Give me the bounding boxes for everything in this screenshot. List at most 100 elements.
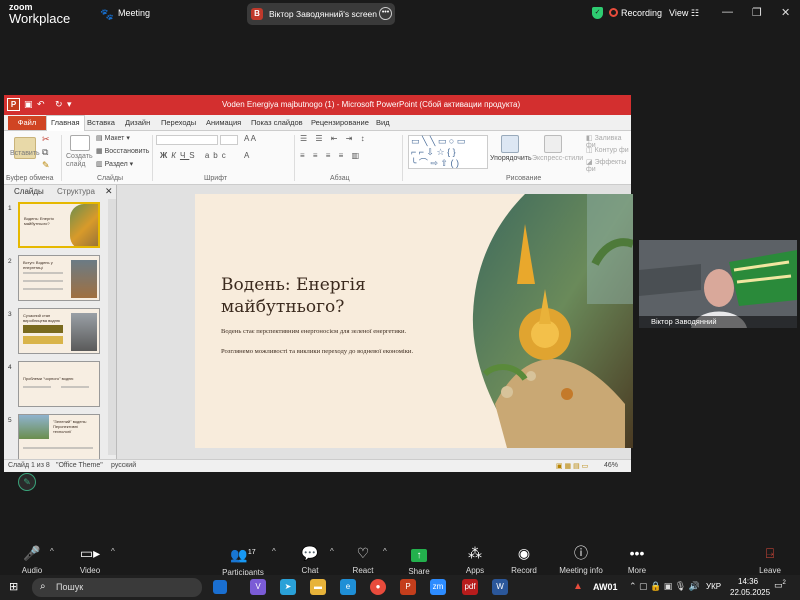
- arrange-label[interactable]: Упорядочить: [490, 155, 532, 162]
- shape-outline-button[interactable]: ◫ Контур фи: [586, 146, 629, 154]
- language-indicator[interactable]: УКР: [706, 582, 721, 591]
- react-chevron-icon[interactable]: ^: [383, 547, 387, 556]
- meeting-paw-icon[interactable]: 🐾: [100, 8, 114, 21]
- close-button[interactable]: ✕: [781, 6, 790, 19]
- minimize-button[interactable]: —: [722, 6, 733, 18]
- reset-button[interactable]: ▦ Восстановить: [96, 147, 149, 155]
- clock-date[interactable]: 22.05.2025: [730, 588, 770, 597]
- language-indicator[interactable]: русский: [111, 462, 136, 469]
- arrange-icon[interactable]: [501, 135, 519, 153]
- new-slide-icon[interactable]: [70, 135, 90, 151]
- zoom-taskbar-icon[interactable]: zm: [430, 579, 446, 595]
- share-more-icon[interactable]: •••: [379, 7, 392, 20]
- recording-label[interactable]: Recording: [621, 8, 662, 18]
- screen-share-pill[interactable]: B Віктор Заводянний's screen •••: [247, 3, 395, 25]
- chat-chevron-icon[interactable]: ^: [330, 547, 334, 556]
- more-button[interactable]: ••• More: [617, 545, 657, 575]
- powerpoint-taskbar-icon[interactable]: P: [400, 579, 416, 595]
- tab-slideshow[interactable]: Показ слайдов: [251, 118, 303, 127]
- format-painter-icon[interactable]: ✎: [42, 160, 50, 171]
- zoom-level[interactable]: 46%: [604, 462, 618, 469]
- font-size-field[interactable]: [220, 135, 238, 145]
- font-color-button[interactable]: A: [244, 151, 249, 160]
- tab-transitions[interactable]: Переходы: [161, 118, 196, 127]
- tray-app-label[interactable]: AW01: [593, 582, 618, 592]
- widgets-icon[interactable]: [213, 580, 227, 594]
- notification-icon[interactable]: ▭2: [774, 580, 786, 591]
- panel-scrollbar[interactable]: [108, 199, 116, 455]
- tab-slides[interactable]: Слайды: [14, 187, 44, 196]
- slide-thumbnail-5[interactable]: "Зелений" водень: Перспективні технологі…: [18, 414, 100, 460]
- paste-label[interactable]: Вставить: [10, 150, 40, 157]
- tab-insert[interactable]: Вставка: [87, 118, 115, 127]
- shapes-gallery[interactable]: ▭ ╲ ╲ ▭ ○ ▭ ⌐ ⌐ ⇩ ☆ { } ╰ ⌒ ⇨ ⇧ ( ): [408, 135, 488, 169]
- quick-access-dropdown-icon[interactable]: ▾: [67, 99, 72, 110]
- slide-title[interactable]: Водень: Енергія майбутнього?: [221, 274, 411, 318]
- new-slide-label[interactable]: Создать слайд: [66, 153, 98, 169]
- network-monitor-icon[interactable]: ▲: [573, 581, 583, 592]
- section-button[interactable]: ▥ Раздел ▾: [96, 160, 133, 168]
- copy-icon[interactable]: ⧉: [42, 147, 48, 158]
- tab-home[interactable]: Главная: [46, 115, 85, 132]
- powerpoint-icon[interactable]: P: [7, 98, 20, 111]
- undo-icon[interactable]: ↶: [37, 99, 45, 110]
- telegram-icon[interactable]: ➤: [280, 579, 296, 595]
- meeting-label[interactable]: Meeting: [118, 8, 150, 18]
- layout-button[interactable]: ▤ Макет ▾: [96, 134, 130, 142]
- share-button[interactable]: ↑ Share: [399, 545, 439, 576]
- slide-paragraph-1[interactable]: Водень стає перспективним енергоносієм д…: [221, 328, 406, 335]
- windows-start-icon[interactable]: ⊞: [9, 581, 21, 593]
- video-options-chevron-icon[interactable]: ^: [111, 547, 115, 556]
- tab-file[interactable]: Файл: [8, 116, 46, 130]
- word-icon[interactable]: W: [492, 579, 508, 595]
- font-format-buttons[interactable]: ЖКЧS abc: [160, 151, 230, 160]
- file-explorer-icon[interactable]: ▬: [310, 579, 326, 595]
- participants-button[interactable]: 👥17 Participants: [221, 545, 265, 577]
- font-size-buttons[interactable]: A A: [244, 134, 256, 143]
- audio-options-chevron-icon[interactable]: ^: [50, 547, 54, 556]
- theme-name[interactable]: "Office Theme": [56, 462, 103, 469]
- slide-thumbnail-3[interactable]: Сучасний стан виробництва водню: [18, 308, 100, 354]
- align-buttons[interactable]: ≡ ≡ ≡ ≡ ▥: [300, 151, 362, 160]
- slide-thumbnail-4[interactable]: Проблеми "чорного" водню: [18, 361, 100, 407]
- save-icon[interactable]: ▣: [24, 99, 33, 110]
- viber-icon[interactable]: V: [250, 579, 266, 595]
- pdf-icon[interactable]: pdf: [462, 579, 478, 595]
- chat-button[interactable]: 💬 Chat: [290, 545, 330, 575]
- tab-design[interactable]: Дизайн: [125, 118, 150, 127]
- tab-outline[interactable]: Структура: [57, 187, 95, 196]
- slide-thumbnail-1[interactable]: Водень: Енергія майбутнього?: [18, 202, 100, 248]
- video-button[interactable]: ▭▸ Video: [70, 545, 110, 575]
- meeting-info-button[interactable]: ⓘ Meeting info: [556, 545, 606, 575]
- edge-icon[interactable]: e: [340, 579, 356, 595]
- view-menu[interactable]: View ☷: [669, 8, 699, 19]
- restore-button[interactable]: ❐: [752, 6, 762, 19]
- leave-button[interactable]: ⍈ Leave: [750, 545, 790, 575]
- record-button[interactable]: ◉ Record: [504, 545, 544, 575]
- redo-icon[interactable]: ↻: [55, 99, 63, 110]
- cut-icon[interactable]: ✂: [42, 134, 50, 145]
- list-buttons[interactable]: ☰ ☰ ⇤ ⇥ ↕: [300, 134, 368, 143]
- tab-view[interactable]: Вид: [376, 118, 390, 127]
- slide-paragraph-2[interactable]: Розглянемо можливості та виклики переход…: [221, 348, 413, 355]
- chrome-icon[interactable]: ●: [370, 579, 386, 595]
- font-name-field[interactable]: [156, 135, 218, 145]
- taskbar-search-box[interactable]: ⌕ Пошук: [32, 578, 202, 597]
- react-button[interactable]: ♡ React: [343, 545, 383, 575]
- audio-button[interactable]: 🎤 Audio: [12, 545, 52, 575]
- tab-review[interactable]: Рецензирование: [311, 118, 369, 127]
- apps-button[interactable]: ⁂ Apps: [455, 545, 495, 575]
- current-slide[interactable]: Водень: Енергія майбутнього? Водень стає…: [195, 194, 633, 448]
- tray-icons[interactable]: ⌃ ▢ 🔒 ▣ 🎙 🔊: [629, 581, 700, 592]
- tab-animation[interactable]: Анимация: [206, 118, 241, 127]
- shape-effects-button[interactable]: ◪ Эффекты фи: [586, 158, 631, 173]
- quick-styles-label[interactable]: Экспресс-стили: [532, 155, 583, 162]
- encryption-shield-icon[interactable]: ✓: [592, 7, 603, 19]
- participants-chevron-icon[interactable]: ^: [272, 547, 276, 556]
- panel-close-icon[interactable]: ✕: [105, 186, 113, 197]
- clock-time[interactable]: 14:36: [738, 577, 758, 586]
- slide-thumbnail-2[interactable]: Вступ: Водень у енергетиці: [18, 255, 100, 301]
- view-mode-icons[interactable]: ▣ ▦ ▤ ▭: [556, 462, 588, 470]
- quick-styles-icon[interactable]: [544, 135, 562, 153]
- participant-video[interactable]: Віктор Заводянний: [639, 240, 797, 328]
